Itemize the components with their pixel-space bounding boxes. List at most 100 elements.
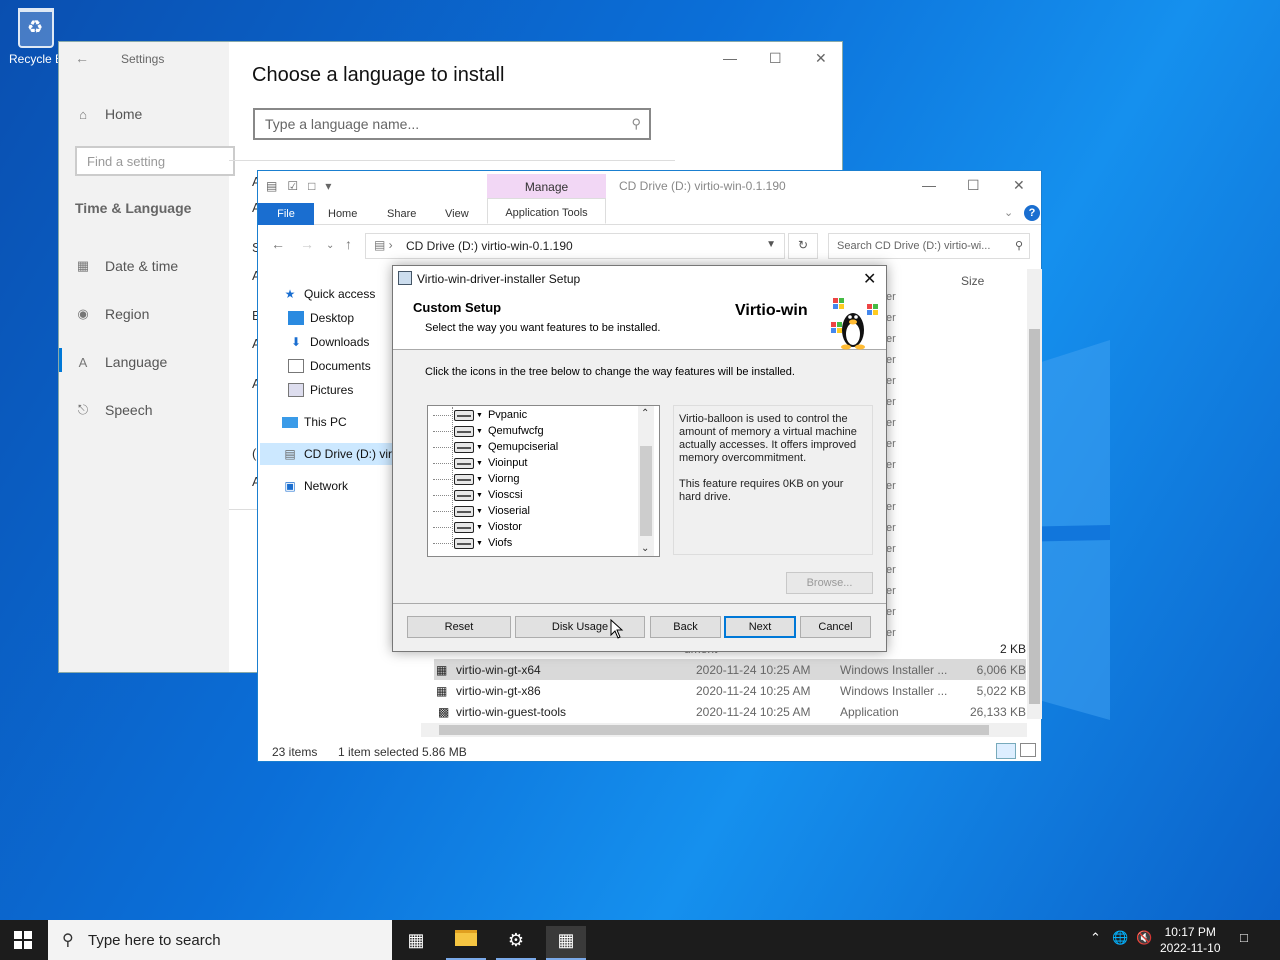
settings-nav-date-time[interactable]: ▦ Date & time — [75, 258, 178, 274]
settings-nav-home[interactable]: ⌂ Home — [75, 106, 142, 122]
notifications-icon[interactable]: □ — [1240, 930, 1248, 945]
back-arrow-icon[interactable]: ← — [271, 236, 285, 252]
settings-nav-region[interactable]: ◉ Region — [75, 306, 149, 322]
scrollbar-thumb[interactable] — [1029, 329, 1040, 704]
chevron-down-icon[interactable]: ▼ — [476, 524, 483, 531]
nav-item-quick-access[interactable]: ★ Quick access — [282, 287, 376, 301]
install-state-drive-icon[interactable] — [454, 521, 474, 533]
scroll-up-icon[interactable]: ⌃ — [641, 408, 649, 419]
nav-item-this-pc[interactable]: This PC — [282, 415, 347, 429]
install-state-drive-icon[interactable] — [454, 441, 474, 453]
install-state-drive-icon[interactable] — [454, 505, 474, 517]
vertical-scrollbar[interactable] — [1027, 269, 1042, 719]
show-hidden-icons-icon[interactable]: ⌃ — [1090, 930, 1101, 946]
details-view-icon[interactable] — [996, 743, 1016, 759]
feature-item[interactable]: ▼ Viorng — [433, 473, 520, 485]
column-header-size[interactable]: Size — [961, 274, 984, 288]
settings-nav-language[interactable]: A Language — [75, 354, 168, 370]
install-state-drive-icon[interactable] — [454, 537, 474, 549]
manage-context-tab[interactable]: Manage — [487, 174, 606, 198]
customize-qat-icon[interactable]: ▾ — [325, 179, 331, 193]
explorer-search-input[interactable]: Search CD Drive (D:) virtio-wi... ⚲ — [828, 233, 1030, 259]
maximize-icon[interactable]: ☐ — [769, 50, 782, 67]
horizontal-scrollbar[interactable] — [421, 723, 1027, 737]
help-icon[interactable]: ? — [1024, 205, 1040, 221]
nav-item-downloads[interactable]: ⬇ Downloads — [288, 335, 369, 349]
up-arrow-icon[interactable]: ↑ — [345, 236, 352, 252]
feature-item[interactable]: ▼ Pvpanic — [433, 409, 527, 421]
recycle-bin-icon[interactable]: Recycle B — [6, 8, 66, 66]
file-explorer-taskbar-icon[interactable] — [446, 926, 486, 960]
nav-item-cd-drive[interactable]: ▤ CD Drive (D:) virt — [282, 447, 395, 461]
nav-item-network[interactable]: ▣ Network — [282, 479, 348, 493]
chevron-down-icon[interactable]: ▼ — [476, 460, 483, 467]
install-state-drive-icon[interactable] — [454, 457, 474, 469]
file-row[interactable]: ▦ virtio-win-gt-x86 2020-11-24 10:25 AM … — [434, 680, 1026, 701]
disk-usage-button[interactable]: Disk Usage — [515, 616, 645, 638]
taskbar-clock[interactable]: 10:17 PM 2022-11-10 — [1160, 924, 1221, 956]
windows-start-icon[interactable] — [14, 931, 32, 949]
install-state-drive-icon[interactable] — [454, 425, 474, 437]
install-state-drive-icon[interactable] — [454, 409, 474, 421]
chevron-down-icon[interactable]: ▼ — [476, 412, 483, 419]
minimize-icon[interactable]: — — [922, 177, 936, 193]
tab-view[interactable]: View — [445, 208, 469, 220]
network-icon[interactable]: 🌐 — [1112, 930, 1128, 946]
minimize-icon[interactable]: — — [723, 50, 737, 66]
installer-taskbar-icon[interactable]: ▦ — [546, 926, 586, 960]
feature-item[interactable]: ▼ Vioinput — [433, 457, 528, 469]
close-icon[interactable]: ✕ — [815, 50, 827, 67]
chevron-down-icon[interactable]: ▼ — [476, 428, 483, 435]
chevron-down-icon[interactable]: ▼ — [476, 444, 483, 451]
scrollbar-thumb[interactable] — [439, 725, 989, 735]
tab-share[interactable]: Share — [387, 208, 416, 220]
maximize-icon[interactable]: ☐ — [967, 177, 980, 194]
large-icons-view-icon[interactable] — [1020, 743, 1036, 757]
feature-item[interactable]: ▼ Qemufwcfg — [433, 425, 544, 437]
properties-icon[interactable]: ☑ — [287, 179, 298, 193]
feature-tree-scrollbar[interactable]: ⌃ ⌄ — [638, 406, 654, 556]
scrollbar-thumb[interactable] — [640, 446, 652, 536]
feature-item[interactable]: ▼ Viostor — [433, 521, 522, 533]
browse-button[interactable]: Browse... — [786, 572, 873, 594]
nav-item-documents[interactable]: Documents — [288, 359, 371, 373]
forward-arrow-icon[interactable]: → — [300, 236, 314, 252]
file-row[interactable]: ▩ virtio-win-guest-tools 2020-11-24 10:2… — [434, 701, 1026, 722]
drive-icon[interactable]: ▤ — [266, 179, 277, 193]
close-icon[interactable]: ✕ — [1013, 177, 1025, 194]
chevron-down-icon[interactable]: ▼ — [476, 508, 483, 515]
volume-muted-icon[interactable]: 🔇 — [1136, 930, 1152, 946]
nav-item-desktop[interactable]: Desktop — [288, 311, 354, 325]
chevron-down-icon[interactable]: ▼ — [476, 492, 483, 499]
language-search-input[interactable]: Type a language name... ⚲ — [253, 108, 651, 140]
tab-application-tools[interactable]: Application Tools — [487, 198, 606, 224]
back-arrow-icon[interactable]: ← — [75, 50, 89, 66]
find-setting-input[interactable]: Find a setting — [75, 146, 235, 176]
address-bar[interactable]: ▤ › CD Drive (D:) virtio-win-0.1.190 ▼ — [365, 233, 785, 259]
settings-taskbar-icon[interactable]: ⚙ — [496, 926, 536, 960]
next-button[interactable]: Next — [724, 616, 796, 638]
feature-item[interactable]: ▼ Vioscsi — [433, 489, 523, 501]
settings-nav-speech[interactable]: ⎋ Speech — [75, 402, 153, 418]
feature-item[interactable]: ▼ Viofs — [433, 537, 512, 549]
task-view-icon[interactable]: ▦ — [396, 926, 436, 960]
tab-file[interactable]: File — [258, 203, 314, 225]
recent-locations-icon[interactable]: ⌄ — [326, 240, 334, 251]
chevron-down-icon[interactable]: ▼ — [476, 540, 483, 547]
tab-home[interactable]: Home — [328, 208, 357, 220]
install-state-drive-icon[interactable] — [454, 489, 474, 501]
close-icon[interactable]: ✕ — [863, 269, 876, 289]
scroll-down-icon[interactable]: ⌄ — [641, 543, 649, 554]
chevron-down-icon[interactable]: ⌄ — [1004, 206, 1013, 219]
install-state-drive-icon[interactable] — [454, 473, 474, 485]
feature-item[interactable]: ▼ Qemupciserial — [433, 441, 558, 453]
new-folder-icon[interactable]: □ — [308, 179, 315, 193]
cancel-button[interactable]: Cancel — [800, 616, 871, 638]
taskbar-search-box[interactable]: ⚲ Type here to search — [48, 920, 392, 960]
chevron-down-icon[interactable]: ▼ — [766, 239, 776, 250]
file-row[interactable]: ▦ virtio-win-gt-x64 2020-11-24 10:25 AM … — [434, 659, 1026, 680]
refresh-button[interactable]: ↻ — [788, 233, 818, 259]
reset-button[interactable]: Reset — [407, 616, 511, 638]
feature-item[interactable]: ▼ Vioserial — [433, 505, 530, 517]
chevron-down-icon[interactable]: ▼ — [476, 476, 483, 483]
